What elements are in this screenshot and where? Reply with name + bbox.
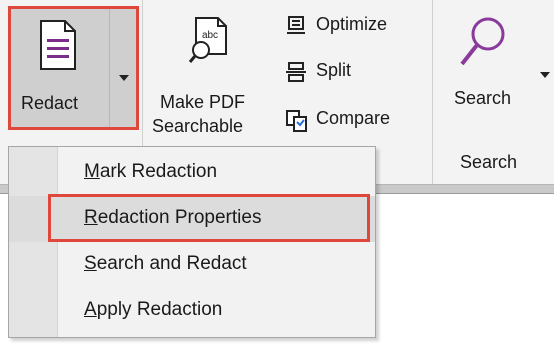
highlight-outline [48,194,370,242]
menu-item-label: Mark Redaction [84,161,218,182]
split-label: Split [316,60,352,80]
make-pdf-searchable-button[interactable]: abc Make PDF Searchable [148,6,266,136]
menu-item-label: Apply Redaction [84,299,223,320]
menu-item-label: Search and Redact [84,253,247,274]
redact-label: Redact [21,93,79,113]
compare-label: Compare [316,108,391,128]
search-group-label: Search [460,152,518,172]
make-pdf-label-line1: Make PDF [160,92,246,112]
optimize-label: Optimize [316,14,388,34]
compare-icon [286,110,307,132]
svg-text:abc: abc [202,30,218,41]
magnifier-icon [460,17,505,66]
optimize-button[interactable]: Optimize [282,10,420,42]
redact-button[interactable]: Redact [11,9,109,127]
optimize-icon [287,16,305,34]
redact-document-icon [40,20,76,70]
split-icon [286,62,306,82]
compare-button[interactable]: Compare [282,104,420,136]
search-button[interactable]: Search [440,6,550,136]
chevron-down-icon[interactable] [540,72,550,78]
make-pdf-label-line2: Searchable [152,116,244,136]
redact-split-button[interactable]: Redact [8,6,139,130]
redact-dropdown-menu: Mark Redaction Redaction Properties Sear… [8,146,376,338]
menu-item-search-and-redact[interactable]: Search and Redact [9,242,375,288]
menu-item-mark-redaction[interactable]: Mark Redaction [9,150,375,196]
ocr-search-icon: abc [188,17,227,63]
menu-item-apply-redaction[interactable]: Apply Redaction [9,288,375,334]
search-label: Search [454,88,512,108]
ribbon-separator [432,0,433,184]
redact-dropdown-arrow[interactable] [109,9,137,127]
chevron-down-icon [119,75,129,81]
split-button[interactable]: Split [282,56,420,88]
